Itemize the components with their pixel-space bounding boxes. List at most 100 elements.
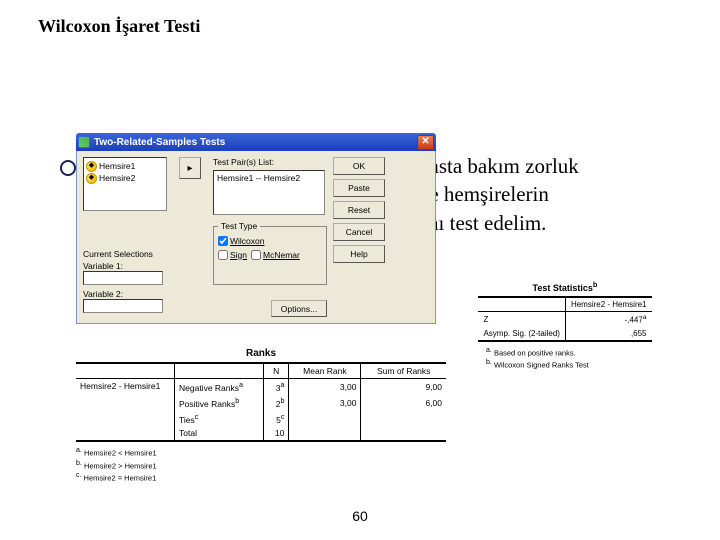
bullet-icon [60,160,76,176]
foot-text: Hemsire2 > Hemsire1 [84,461,157,470]
spss-dialog: Two-Related-Samples Tests ✕ ◆Hemsire1 ◆H… [76,133,436,324]
row-nsup: a [280,381,284,389]
foot-text: Hemsire2 < Hemsire1 [84,449,157,458]
table-row: Asymp. Sig. (2-tailed) ,655 [478,327,651,341]
foot-sup: a. [76,447,82,454]
mcnemar-input[interactable] [251,250,261,260]
pair-item[interactable]: Hemsire1 -- Hemsire2 [217,173,300,183]
wilcoxon-label: Wilcoxon [230,236,264,246]
stats-output: Test Statisticsb Hemsire2 - Hemsire1 Z -… [470,280,660,370]
scale-icon: ◆ [86,161,97,172]
list-item[interactable]: ◆Hemsire2 [86,172,164,184]
sign-input[interactable] [218,250,228,260]
row-sum: 9,00 [361,379,446,395]
dialog-title: Two-Related-Samples Tests [94,137,417,148]
reset-button[interactable]: Reset [333,201,385,219]
dialog-titlebar[interactable]: Two-Related-Samples Tests ✕ [76,133,436,151]
ranks-title: Ranks [76,348,446,359]
stats-col: Hemsire2 - Hemsire1 [565,297,651,312]
options-button[interactable]: Options... [271,300,327,317]
paste-button[interactable]: Paste [333,179,385,197]
stat-value: ,655 [565,327,651,341]
row-label: Total [175,426,264,441]
scale-icon: ◆ [86,173,97,184]
test-type-title: Test Type [218,221,260,231]
list-item[interactable]: ◆Hemsire1 [86,160,164,172]
row-mean: 3,00 [289,395,361,411]
row-nsup: c [281,413,285,421]
group-label: Hemsire2 - Hemsire1 [76,379,175,442]
sign-checkbox[interactable]: Sign [218,250,247,260]
pair-list-label: Test Pair(s) List: [213,157,327,167]
col-n: N [264,363,289,379]
stats-table: Hemsire2 - Hemsire1 Z -,447a Asymp. Sig.… [478,296,651,342]
line3b: ını test edelim. [422,211,546,235]
line1b: hasta bakım zorluk [419,154,579,178]
pair-list[interactable]: Hemsire1 -- Hemsire2 [213,170,325,215]
wilcoxon-input[interactable] [218,236,228,246]
row-nsup: b [280,397,284,405]
mcnemar-label: McNemar [263,250,300,260]
stat-label: Z [478,312,565,327]
row-label: Ties [179,414,195,424]
row-mean: 3,00 [289,379,361,395]
var1-field [83,271,163,285]
add-pair-button[interactable]: ▸ [179,157,201,179]
row-mean [289,426,361,441]
close-icon[interactable]: ✕ [417,135,434,150]
stats-title-sup: b [593,280,598,289]
row-sum [361,426,446,441]
table-row: Hemsire2 - Hemsire1 Negative Ranksa 3a 3… [76,379,446,395]
row-sup: a [239,381,243,389]
test-type-group: Test Type Wilcoxon Sign McNemar [213,226,327,286]
var-label: Hemsire1 [99,160,135,172]
wilcoxon-checkbox[interactable]: Wilcoxon [218,236,264,246]
stat-value: -,447 [625,316,643,325]
stats-footnotes: a. Based on positive ranks. b. Wilcoxon … [486,346,660,371]
sign-label: Sign [230,250,247,260]
foot-sup: b. [486,359,492,366]
dialog-body: ◆Hemsire1 ◆Hemsire2 Current Selections V… [76,151,436,324]
row-sum [361,411,446,427]
ranks-table: N Mean Rank Sum of Ranks Hemsire2 - Hems… [76,362,446,442]
page-number: 60 [0,508,720,524]
col-sum: Sum of Ranks [361,363,446,379]
row-sup: c [195,413,199,421]
pair-column: Test Pair(s) List: Hemsire1 -- Hemsire2 … [213,157,327,317]
row-sup: b [235,397,239,405]
col-mean: Mean Rank [289,363,361,379]
var2-field [83,299,163,313]
ranks-footnotes: a. Hemsire2 < Hemsire1 b. Hemsire2 > Hem… [76,446,446,483]
ok-button[interactable]: OK [333,157,385,175]
stats-title: Test Statisticsb [470,280,660,293]
row-label: Positive Ranks [179,399,235,409]
help-button[interactable]: Help [333,245,385,263]
row-label: Negative Ranks [179,383,239,393]
stat-label: Asymp. Sig. (2-tailed) [478,327,565,341]
var1-label: Variable 1: [83,261,161,271]
var-label: Hemsire2 [99,172,135,184]
var2-label: Variable 2: [83,289,161,299]
current-selections: Current Selections Variable 1: Variable … [83,249,161,317]
table-row: Z -,447a [478,312,651,327]
button-column: OK Paste Reset Cancel Help [333,157,385,317]
transfer-controls: ▸ [173,157,207,317]
page-title: Wilcoxon İşaret Testi [38,16,200,37]
foot-text: Based on positive ranks. [494,348,576,357]
foot-sup: b. [76,460,82,467]
row-n: 10 [264,426,289,441]
mcnemar-checkbox[interactable]: McNemar [251,250,300,260]
foot-text: Hemsire2 = Hemsire1 [84,473,157,482]
ranks-output: Ranks N Mean Rank Sum of Ranks Hemsire2 … [76,348,446,483]
variable-list[interactable]: ◆Hemsire1 ◆Hemsire2 [83,157,167,211]
row-sum: 6,00 [361,395,446,411]
foot-sup: c. [76,472,81,479]
cancel-button[interactable]: Cancel [333,223,385,241]
app-icon [78,136,90,148]
row-mean [289,411,361,427]
line2b: le hemşirelerin [424,182,549,206]
stat-sup: a [643,314,647,321]
foot-text: Wilcoxon Signed Ranks Test [494,360,589,369]
foot-sup: a. [486,347,492,354]
cur-sel-label: Current Selections [83,249,161,259]
